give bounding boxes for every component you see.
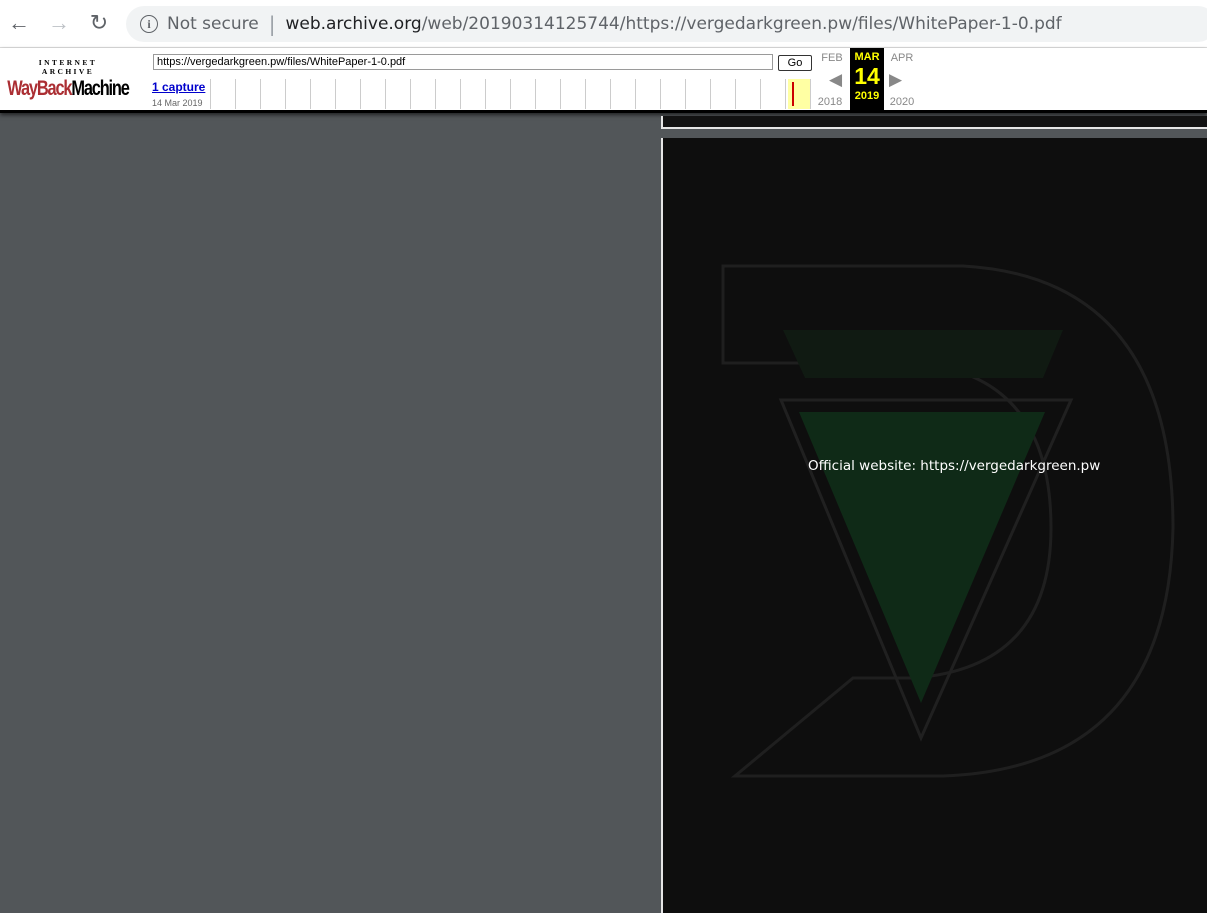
sparkline-year-tick [285, 79, 286, 109]
logo-machine-text: Machine [71, 77, 130, 100]
back-arrow-icon[interactable]: ← [4, 8, 34, 38]
url-host[interactable]: web.archive.org [285, 14, 421, 34]
prev-month-label[interactable]: FEB [815, 52, 849, 64]
wayback-url-input[interactable] [153, 54, 773, 70]
current-day: 14 [854, 63, 880, 89]
sparkline-year-tick [585, 79, 586, 109]
sparkline-year-tick [260, 79, 261, 109]
go-button[interactable]: Go [778, 55, 812, 71]
sparkline-capture-mark[interactable] [792, 82, 794, 106]
address-bar[interactable]: i Not secure | web.archive.org/web/20190… [126, 6, 1207, 42]
sparkline-year-tick [535, 79, 536, 109]
sparkline-year-tick [610, 79, 611, 109]
sparkline-year-tick [485, 79, 486, 109]
sparkline-year-tick [360, 79, 361, 109]
sparkline-year-tick [635, 79, 636, 109]
capture-sparkline[interactable] [210, 79, 811, 109]
sparkline-year-tick [460, 79, 461, 109]
logo-wayback-text: WayBack [7, 77, 72, 100]
pdf-previous-page-edge [661, 116, 1207, 129]
sparkline-year-tick [335, 79, 336, 109]
sparkline-year-tick [685, 79, 686, 109]
current-capture-date: MAR 14 2019 [850, 48, 884, 110]
sparkline-year-tick [785, 79, 786, 109]
current-month: MAR [854, 51, 880, 63]
wayback-logo[interactable]: INTERNET ARCHIVE WayBack Machine [7, 58, 130, 100]
sparkline-year-tick [735, 79, 736, 109]
forward-arrow-icon[interactable]: → [44, 8, 74, 38]
sparkline-year-tick [710, 79, 711, 109]
url-path[interactable]: /web/20190314125744/https://vergedarkgre… [422, 14, 1062, 34]
info-icon[interactable]: i [140, 15, 158, 33]
next-year-label[interactable]: 2020 [885, 96, 919, 108]
logo-internet-archive: INTERNET ARCHIVE [38, 58, 98, 76]
band-shape [783, 330, 1063, 378]
sparkline-year-tick [385, 79, 386, 109]
sparkline-year-tick [235, 79, 236, 109]
prev-capture-arrow-icon[interactable]: ◀ [829, 70, 842, 90]
capture-date: 14 Mar 2019 [152, 98, 203, 108]
page-logo-graphic [721, 264, 1175, 778]
sparkline-year-tick [210, 79, 211, 109]
next-month-label[interactable]: APR [885, 52, 919, 64]
prev-year-label[interactable]: 2018 [813, 96, 847, 108]
official-website-text: Official website: https://vergedarkgreen… [808, 458, 1101, 474]
wayback-toolbar: INTERNET ARCHIVE WayBackMachine Go 1 cap… [0, 48, 1207, 113]
current-year: 2019 [854, 90, 880, 102]
pdf-page: Official website: https://vergedarkgreen… [661, 138, 1207, 913]
logo-wayback-machine: WayBack Machine [7, 78, 130, 100]
sparkline-year-tick [760, 79, 761, 109]
triangle-fill [799, 412, 1045, 703]
sparkline-year-tick [310, 79, 311, 109]
sparkline-year-tick [660, 79, 661, 109]
sparkline-year-tick [560, 79, 561, 109]
sparkline-year-tick [435, 79, 436, 109]
divider: | [268, 12, 276, 36]
captures-link[interactable]: 1 capture [152, 80, 205, 94]
reload-icon[interactable]: ↻ [84, 8, 114, 38]
sparkline-year-tick [510, 79, 511, 109]
next-capture-arrow-icon[interactable]: ▶ [889, 70, 902, 90]
sparkline-year-tick [410, 79, 411, 109]
security-label[interactable]: Not secure [167, 14, 259, 34]
sparkline-year-tick [810, 79, 811, 109]
browser-toolbar: ← → ↻ i Not secure | web.archive.org/web… [0, 0, 1207, 48]
